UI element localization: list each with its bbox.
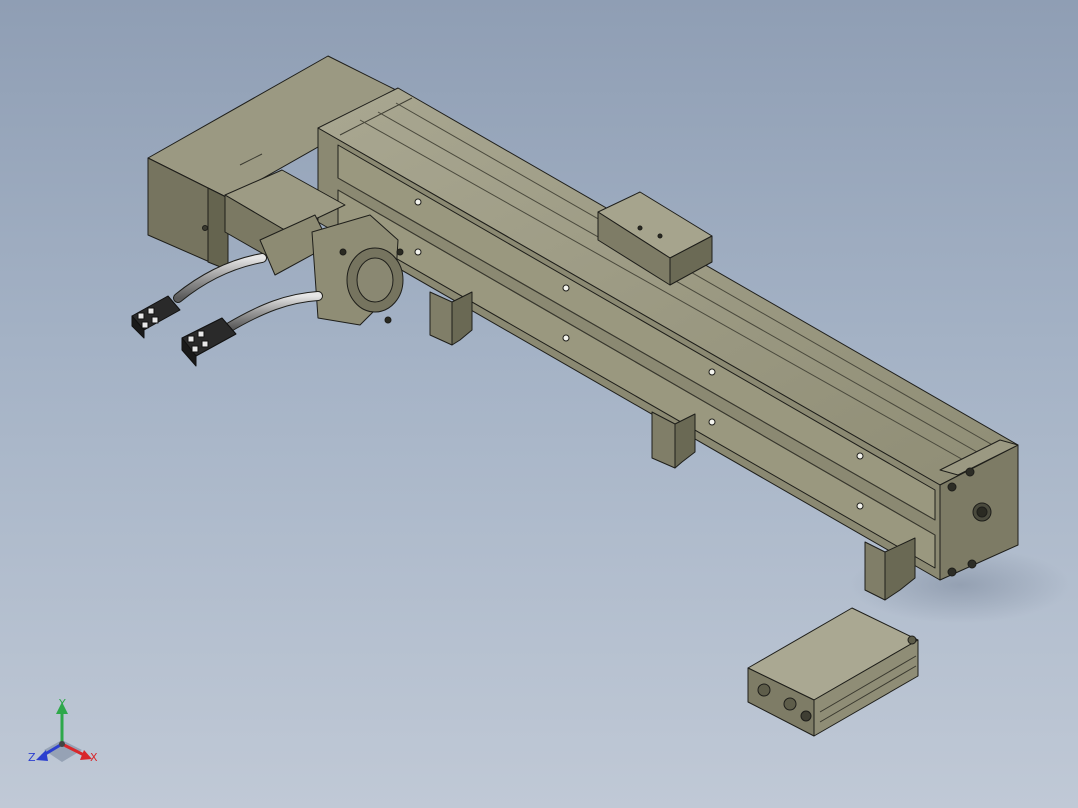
axis-z-label: Z — [28, 751, 36, 764]
cad-model-svg — [36, 55, 1070, 762]
linear-actuator-body[interactable] — [317, 87, 1019, 581]
axis-triad — [36, 702, 92, 762]
motor-cables[interactable] — [173, 253, 323, 333]
cable-connectors[interactable] — [131, 295, 237, 367]
axis-y-label: Y — [59, 697, 66, 710]
axis-x-label: X — [90, 751, 98, 764]
cad-3d-viewport[interactable]: Y X Z — [0, 0, 1078, 808]
limit-sensor-block[interactable] — [747, 607, 919, 737]
